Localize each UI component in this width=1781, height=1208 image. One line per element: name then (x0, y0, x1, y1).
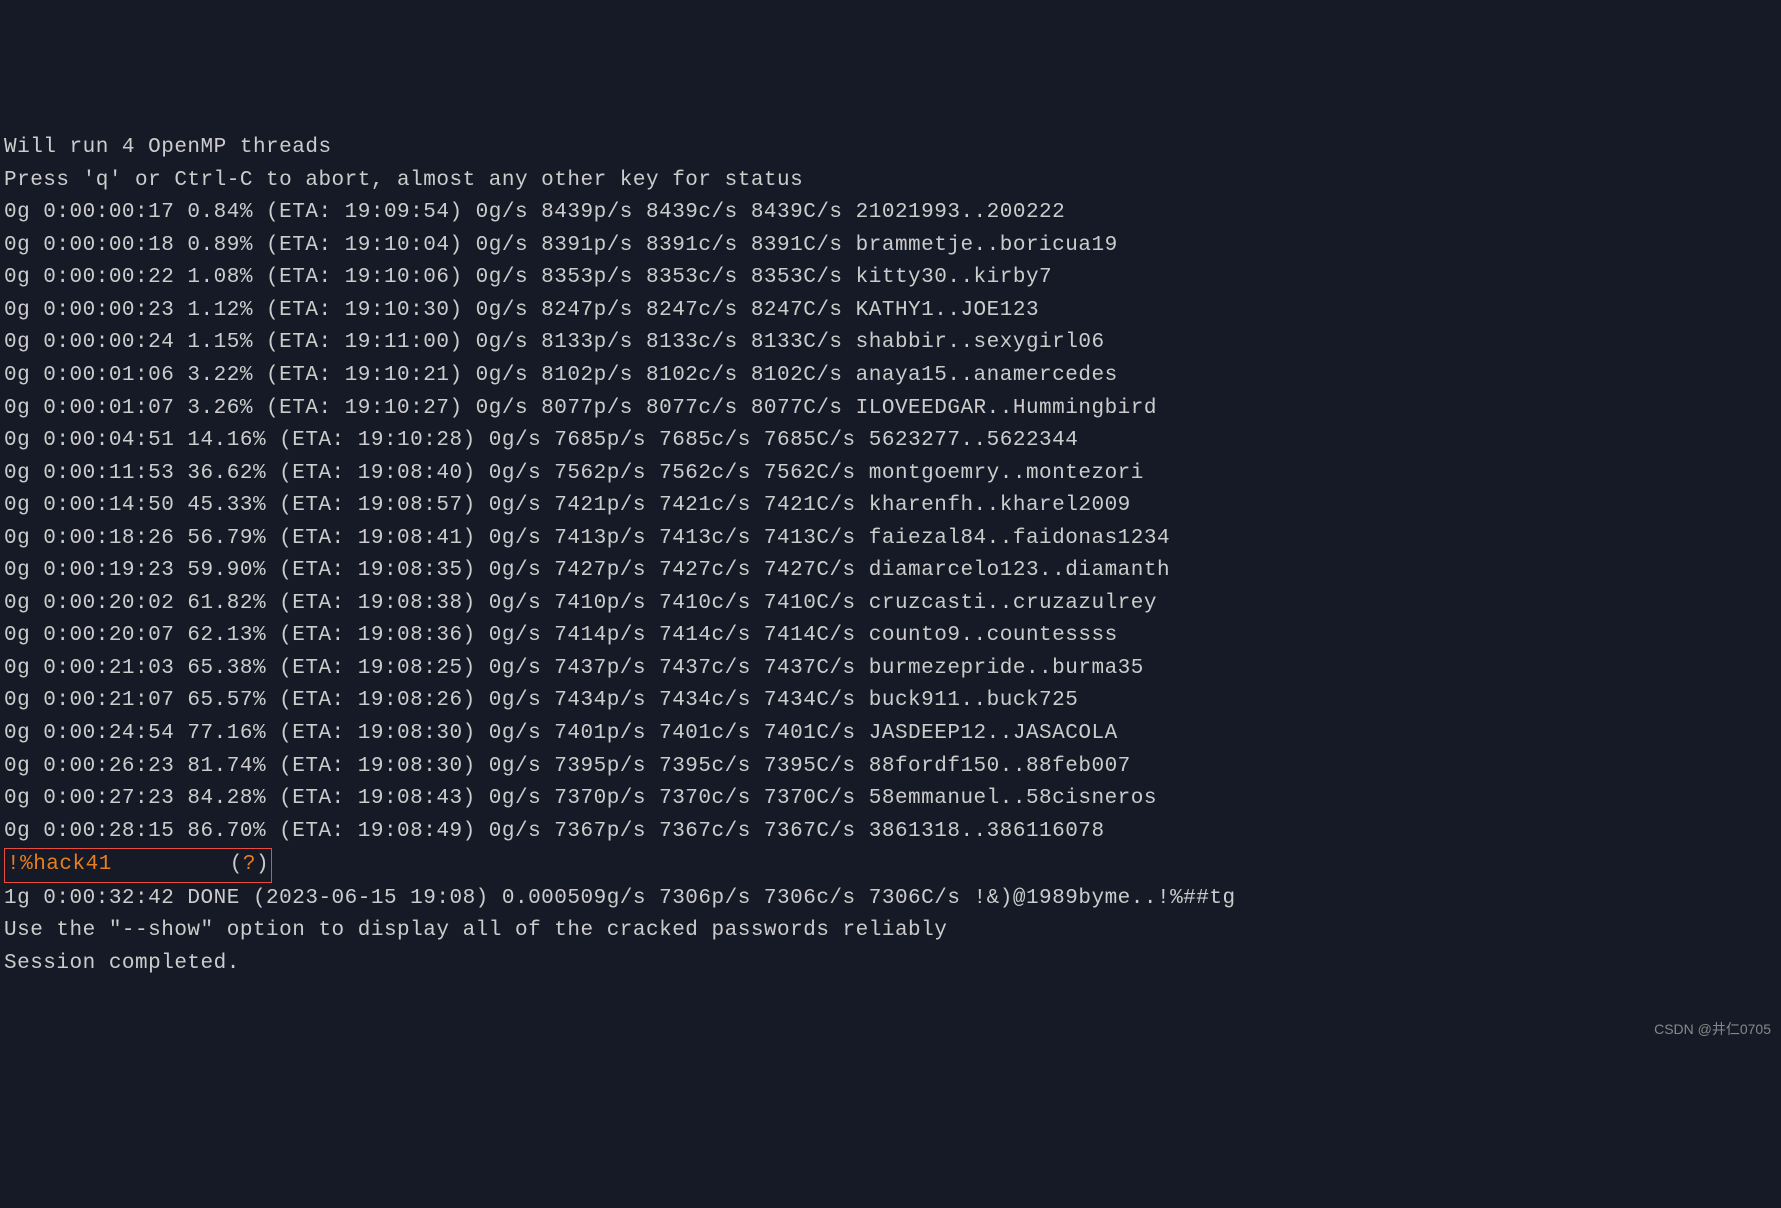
progress-line: 0g 0:00:14:50 45.33% (ETA: 19:08:57) 0g/… (4, 490, 1777, 523)
progress-line: 0g 0:00:21:07 65.57% (ETA: 19:08:26) 0g/… (4, 685, 1777, 718)
header-threads: Will run 4 OpenMP threads (4, 132, 1777, 165)
progress-line: 0g 0:00:20:07 62.13% (ETA: 19:08:36) 0g/… (4, 620, 1777, 653)
progress-line: 0g 0:00:00:24 1.15% (ETA: 19:11:00) 0g/s… (4, 327, 1777, 360)
progress-line: 0g 0:00:20:02 61.82% (ETA: 19:08:38) 0g/… (4, 588, 1777, 621)
progress-line: 0g 0:00:21:03 65.38% (ETA: 19:08:25) 0g/… (4, 653, 1777, 686)
terminal-output: Will run 4 OpenMP threadsPress 'q' or Ct… (4, 132, 1777, 980)
session-completed: Session completed. (4, 948, 1777, 981)
progress-line: 0g 0:00:00:17 0.84% (ETA: 19:09:54) 0g/s… (4, 197, 1777, 230)
progress-line: 0g 0:00:04:51 14.16% (ETA: 19:10:28) 0g/… (4, 425, 1777, 458)
progress-line: 0g 0:00:00:22 1.08% (ETA: 19:10:06) 0g/s… (4, 262, 1777, 295)
progress-line: 0g 0:00:18:26 56.79% (ETA: 19:08:41) 0g/… (4, 523, 1777, 556)
spacer (112, 853, 230, 876)
progress-line: 0g 0:00:00:23 1.12% (ETA: 19:10:30) 0g/s… (4, 295, 1777, 328)
progress-line: 0g 0:00:24:54 77.16% (ETA: 19:08:30) 0g/… (4, 718, 1777, 751)
progress-line: 0g 0:00:00:18 0.89% (ETA: 19:10:04) 0g/s… (4, 230, 1777, 263)
progress-line: 0g 0:00:01:07 3.26% (ETA: 19:10:27) 0g/s… (4, 393, 1777, 426)
progress-line: 0g 0:00:26:23 81.74% (ETA: 19:08:30) 0g/… (4, 751, 1777, 784)
header-abort-hint: Press 'q' or Ctrl-C to abort, almost any… (4, 165, 1777, 198)
show-hint-line: Use the "--show" option to display all o… (4, 915, 1777, 948)
cracked-password-line: !%hack41 (?) (4, 848, 1777, 883)
done-line: 1g 0:00:32:42 DONE (2023-06-15 19:08) 0.… (4, 883, 1777, 916)
progress-line: 0g 0:00:11:53 36.62% (ETA: 19:08:40) 0g/… (4, 458, 1777, 491)
cracked-password: !%hack41 (7, 853, 112, 876)
paren-close: ) (256, 853, 269, 876)
paren-open: ( (230, 853, 243, 876)
progress-line: 0g 0:00:01:06 3.22% (ETA: 19:10:21) 0g/s… (4, 360, 1777, 393)
progress-line: 0g 0:00:19:23 59.90% (ETA: 19:08:35) 0g/… (4, 555, 1777, 588)
watermark: CSDN @井仁0705 (1654, 1019, 1771, 1041)
progress-line: 0g 0:00:28:15 86.70% (ETA: 19:08:49) 0g/… (4, 816, 1777, 849)
highlight-box: !%hack41 (?) (4, 848, 272, 883)
user-hint: ? (243, 853, 256, 876)
progress-line: 0g 0:00:27:23 84.28% (ETA: 19:08:43) 0g/… (4, 783, 1777, 816)
